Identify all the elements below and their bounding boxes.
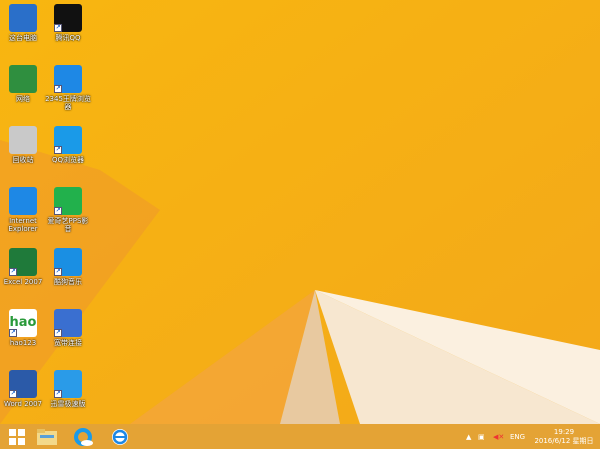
desktop-icon-label: Excel 2007 [3,278,43,286]
desktop-icon[interactable]: ↗ 2345王牌浏览器 [45,65,91,111]
desktop-icon-label: 腾讯QQ [55,34,81,42]
word-icon: ↗ [9,370,37,398]
desktop-icon-label: 迅雷极速版 [50,400,86,408]
desktop-icon-label: 这台电脑 [9,34,37,42]
desktop-icon-label: Word 2007 [3,400,43,408]
taskbar-qq-browser[interactable] [68,426,98,447]
desktop-icon-label: QQ浏览器 [51,156,85,164]
shortcut-arrow-icon: ↗ [54,146,62,154]
desktop-icon[interactable]: ↗ 迅雷极速版 [45,370,91,408]
show-hidden-icons[interactable]: ▲ [466,424,471,449]
shortcut-arrow-icon: ↗ [9,268,17,276]
desktop-icon[interactable]: ↗ 酷狗音乐 [45,248,91,286]
taskbar: ▲ ▣ ◀✕ ENG 19:29 2016/6/12 星期日 [0,424,600,449]
iqiyi-icon: ↗ [54,187,82,215]
shortcut-arrow-icon: ↗ [54,390,62,398]
desktop-icon[interactable]: 网络 [0,65,46,103]
volume-muted-icon[interactable]: ◀✕ [493,424,504,449]
taskbar-file-explorer[interactable] [32,426,62,447]
desktop-icon-label: 酷狗音乐 [54,278,82,286]
date: 2016/6/12 星期日 [534,436,594,445]
excel-icon: ↗ [9,248,37,276]
folder-icon [37,428,57,445]
desktop-icon[interactable]: 回收站 [0,126,46,164]
network-globe-icon [9,65,37,93]
desktop-icon-label: 回收站 [12,156,34,164]
desktop-icon[interactable]: 这台电脑 [0,4,46,42]
desktop-icon-label: 2345王牌浏览器 [45,95,91,111]
desktop-icon[interactable]: Internet Explorer [0,187,46,233]
start-button[interactable] [2,426,32,447]
broadband-connection-icon: ↗ [54,309,82,337]
xunlei-icon: ↗ [54,370,82,398]
hao123-icon: hao ↗ [9,309,37,337]
desktop-icon[interactable]: ↗ Word 2007 [0,370,46,408]
browser-2345-icon: ↗ [54,65,82,93]
shortcut-arrow-icon: ↗ [9,329,17,337]
shortcut-arrow-icon: ↗ [54,207,62,215]
desktop-icon[interactable]: ↗ 宽带连接 [45,309,91,347]
computer-icon [9,4,37,32]
windows-logo-icon [9,428,25,445]
desktop-icon-label: 网络 [16,95,30,103]
qq-penguin-icon: ↗ [54,4,82,32]
desktop-icon[interactable]: ↗ Excel 2007 [0,248,46,286]
network-warning-icon[interactable]: ▣ [478,424,485,449]
language-indicator[interactable]: ENG [510,424,525,449]
desktop-icon[interactable]: hao ↗ hao123 [0,309,46,347]
time: 19:29 [553,427,575,436]
qq-browser-icon [74,427,93,446]
shortcut-arrow-icon: ↗ [9,390,17,398]
desktop-icon-label: 爱奇艺PPS影音 [47,217,89,233]
shortcut-arrow-icon: ↗ [54,24,62,32]
taskbar-ie[interactable] [105,426,135,447]
qq-browser-icon: ↗ [54,126,82,154]
desktop-icon-label: Internet Explorer [8,217,38,233]
clock[interactable]: 19:29 2016/6/12 星期日 [532,424,596,449]
internet-explorer-icon [112,428,128,445]
shortcut-arrow-icon: ↗ [54,329,62,337]
desktop-icon[interactable]: ↗ 腾讯QQ [45,4,91,42]
desktop-icon-label: hao123 [9,339,37,347]
desktop-icon[interactable]: ↗ 爱奇艺PPS影音 [45,187,91,233]
desktop-icon-label: 宽带连接 [54,339,82,347]
desktop-icon[interactable]: ↗ QQ浏览器 [45,126,91,164]
recycle-bin-icon [9,126,37,154]
shortcut-arrow-icon: ↗ [54,268,62,276]
internet-explorer-icon [9,187,37,215]
shortcut-arrow-icon: ↗ [54,85,62,93]
kugou-icon: ↗ [54,248,82,276]
